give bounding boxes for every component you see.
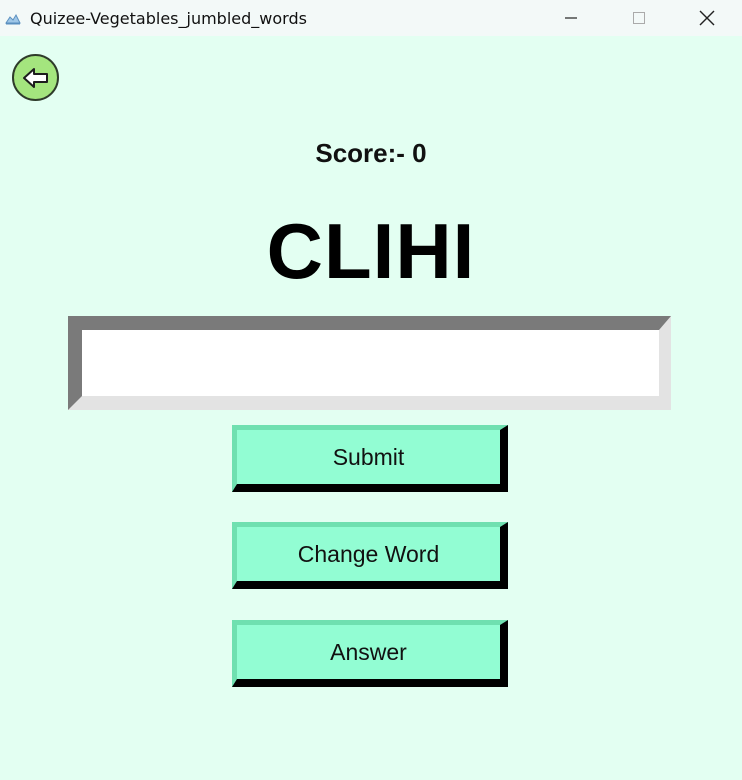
- app-icon: [4, 9, 22, 27]
- close-icon: [699, 10, 715, 26]
- maximize-icon: [633, 12, 645, 24]
- arrow-left-icon: [22, 67, 48, 88]
- minimize-button[interactable]: [536, 0, 606, 36]
- minimize-icon: [565, 17, 577, 19]
- score-label: Score:- 0: [315, 138, 427, 168]
- back-button[interactable]: [12, 54, 59, 101]
- window-title: Quizee-Vegetables_jumbled_words: [30, 8, 307, 28]
- maximize-button[interactable]: [604, 0, 674, 36]
- jumbled-word: CLIHI: [266, 207, 476, 295]
- answer-input[interactable]: [68, 316, 671, 410]
- submit-button[interactable]: Submit: [232, 425, 508, 492]
- answer-button[interactable]: Answer: [232, 620, 508, 687]
- title-bar: Quizee-Vegetables_jumbled_words: [0, 0, 742, 36]
- change-word-button[interactable]: Change Word: [232, 522, 508, 589]
- close-button[interactable]: [672, 0, 742, 36]
